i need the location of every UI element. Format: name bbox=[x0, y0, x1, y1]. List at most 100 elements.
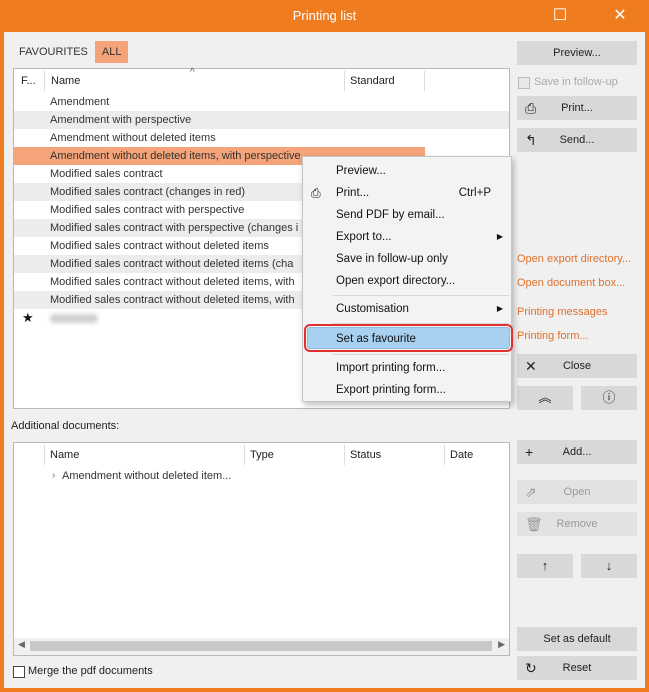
merge-pdf-checkbox[interactable] bbox=[13, 666, 25, 678]
close-button-label: Close bbox=[562, 360, 592, 372]
refresh-icon: ↻ bbox=[525, 660, 537, 676]
list-row[interactable]: Amendment without deleted items bbox=[14, 129, 509, 147]
print-button[interactable]: ⎙ Print... bbox=[517, 96, 637, 120]
column-header-date[interactable]: Date bbox=[450, 443, 473, 467]
submenu-arrow-icon: ▶ bbox=[496, 304, 503, 313]
add-button-label: Add... bbox=[562, 446, 592, 458]
maximize-icon[interactable]: ☐ bbox=[550, 6, 570, 26]
open-button-label: Open bbox=[563, 486, 591, 498]
tab-favourites[interactable]: FAVOURITES bbox=[12, 41, 95, 63]
menu-item-export-to[interactable]: Export to... ▶ bbox=[303, 226, 511, 248]
scroll-left-icon[interactable]: ◀ bbox=[18, 639, 25, 650]
star-icon: ★ bbox=[22, 310, 34, 325]
row-name: Modified sales contract without deleted … bbox=[50, 240, 269, 252]
context-menu: Preview... ⎙ Print... Ctrl+P Send PDF by e… bbox=[302, 156, 513, 402]
reset-button[interactable]: ↻ Reset bbox=[517, 656, 637, 680]
remove-button[interactable]: 🗑 Remove bbox=[517, 512, 637, 536]
additional-documents-list[interactable]: Name Type Status Date › Amendment withou… bbox=[13, 442, 510, 656]
document-row[interactable]: › Amendment without deleted item... bbox=[14, 467, 509, 485]
menu-label: Print... bbox=[336, 187, 370, 199]
document-name: Amendment without deleted item... bbox=[62, 470, 232, 482]
menu-shortcut: Ctrl+P bbox=[458, 187, 491, 199]
column-divider bbox=[344, 71, 345, 91]
help-icon: ⓘ bbox=[602, 390, 616, 405]
printing-form-link[interactable]: Printing form... bbox=[517, 330, 589, 342]
close-icon[interactable]: ✕ bbox=[610, 6, 630, 26]
printer-icon: ⎙ bbox=[311, 186, 321, 200]
collapse-button[interactable]: ︽ bbox=[517, 386, 573, 410]
menu-item-import-printing-form[interactable]: Import printing form... bbox=[303, 357, 511, 379]
menu-label: Export printing form... bbox=[336, 384, 446, 396]
save-in-follow-up-label: Save in follow-up bbox=[534, 76, 618, 88]
send-button[interactable]: ↰ Send... bbox=[517, 128, 637, 152]
list-row[interactable]: Amendment bbox=[14, 93, 509, 111]
row-name: Modified sales contract with perspective… bbox=[50, 222, 299, 234]
chevron-right-icon[interactable]: › bbox=[52, 467, 55, 485]
close-button[interactable]: ✕ Close bbox=[517, 354, 637, 378]
row-name: Modified sales contract (changes in red) bbox=[50, 186, 246, 198]
column-divider bbox=[44, 71, 45, 91]
menu-item-send-pdf[interactable]: Send PDF by email... bbox=[303, 204, 511, 226]
menu-separator bbox=[333, 323, 509, 324]
column-header-status[interactable]: Status bbox=[350, 443, 381, 467]
help-button[interactable]: ⓘ bbox=[581, 386, 637, 410]
preview-button-label: Preview... bbox=[553, 47, 601, 59]
scrollbar-thumb[interactable] bbox=[30, 641, 492, 651]
menu-item-save-follow-up[interactable]: Save in follow-up only bbox=[303, 248, 511, 270]
menu-label: Customisation bbox=[336, 303, 409, 315]
menu-label: Import printing form... bbox=[336, 362, 446, 374]
set-as-default-label: Set as default bbox=[543, 633, 611, 645]
column-header-favourite[interactable]: F... bbox=[21, 69, 36, 93]
column-divider bbox=[344, 445, 345, 465]
move-up-button[interactable]: ↑ bbox=[517, 554, 573, 578]
printing-messages-link[interactable]: Printing messages bbox=[517, 306, 608, 318]
scroll-right-icon[interactable]: ▶ bbox=[498, 639, 505, 650]
row-name: Modified sales contract without deleted … bbox=[50, 294, 295, 306]
menu-item-customisation[interactable]: Customisation ▶ bbox=[303, 298, 511, 320]
menu-item-set-as-favourite[interactable]: Set as favourite bbox=[304, 324, 513, 352]
trash-icon: 🗑 bbox=[525, 516, 543, 532]
menu-item-open-export-directory[interactable]: Open export directory... bbox=[303, 270, 511, 292]
row-name: Modified sales contract bbox=[50, 168, 163, 180]
menu-label: Export to... bbox=[336, 231, 392, 243]
row-name: Modified sales contract with perspective bbox=[50, 204, 245, 216]
row-name: Amendment with perspective bbox=[50, 114, 192, 126]
reset-button-label: Reset bbox=[562, 662, 592, 674]
remove-button-label: Remove bbox=[556, 518, 598, 530]
menu-label: Preview... bbox=[336, 165, 386, 177]
open-external-icon: ⇗ bbox=[525, 484, 537, 500]
menu-label: Send PDF by email... bbox=[336, 209, 445, 221]
open-button[interactable]: ⇗ Open bbox=[517, 480, 637, 504]
column-header-standard[interactable]: Standard bbox=[350, 69, 395, 93]
row-name: Amendment without deleted items, with pe… bbox=[50, 150, 301, 162]
sort-ascending-icon: ^ bbox=[190, 67, 195, 78]
dialog-body: FAVOURITES ALL F... Name ^ Standard Amend… bbox=[4, 32, 645, 688]
horizontal-scrollbar[interactable]: ◀ ▶ bbox=[14, 638, 509, 655]
print-button-label: Print... bbox=[561, 102, 593, 114]
menu-separator bbox=[333, 295, 509, 296]
save-in-follow-up-checkbox[interactable] bbox=[518, 77, 530, 89]
printer-icon: ⎙ bbox=[525, 100, 537, 116]
column-header-name[interactable]: Name bbox=[50, 443, 79, 467]
column-header-type[interactable]: Type bbox=[250, 443, 274, 467]
open-document-box-link[interactable]: Open document box... bbox=[517, 277, 625, 289]
row-name: Modified sales contract without deleted … bbox=[50, 276, 295, 288]
column-divider bbox=[44, 445, 45, 465]
menu-label: Save in follow-up only bbox=[336, 253, 448, 265]
tab-all[interactable]: ALL bbox=[94, 41, 129, 63]
column-header-name[interactable]: Name bbox=[51, 69, 80, 93]
move-down-button[interactable]: ↓ bbox=[581, 554, 637, 578]
redacted-name bbox=[50, 314, 98, 323]
open-export-directory-link[interactable]: Open export directory... bbox=[517, 253, 631, 265]
row-name: Amendment without deleted items bbox=[50, 132, 216, 144]
add-button[interactable]: + Add... bbox=[517, 440, 637, 464]
menu-item-export-printing-form[interactable]: Export printing form... bbox=[303, 379, 511, 401]
column-divider bbox=[244, 445, 245, 465]
menu-item-preview[interactable]: Preview... bbox=[303, 160, 511, 182]
menu-item-print[interactable]: ⎙ Print... Ctrl+P bbox=[303, 182, 511, 204]
arrow-down-icon: ↓ bbox=[605, 558, 613, 573]
set-as-default-button[interactable]: Set as default bbox=[517, 627, 637, 651]
preview-button[interactable]: Preview... bbox=[517, 41, 637, 65]
list-row[interactable]: Amendment with perspective bbox=[14, 111, 509, 129]
merge-pdf-label: Merge the pdf documents bbox=[28, 665, 153, 677]
